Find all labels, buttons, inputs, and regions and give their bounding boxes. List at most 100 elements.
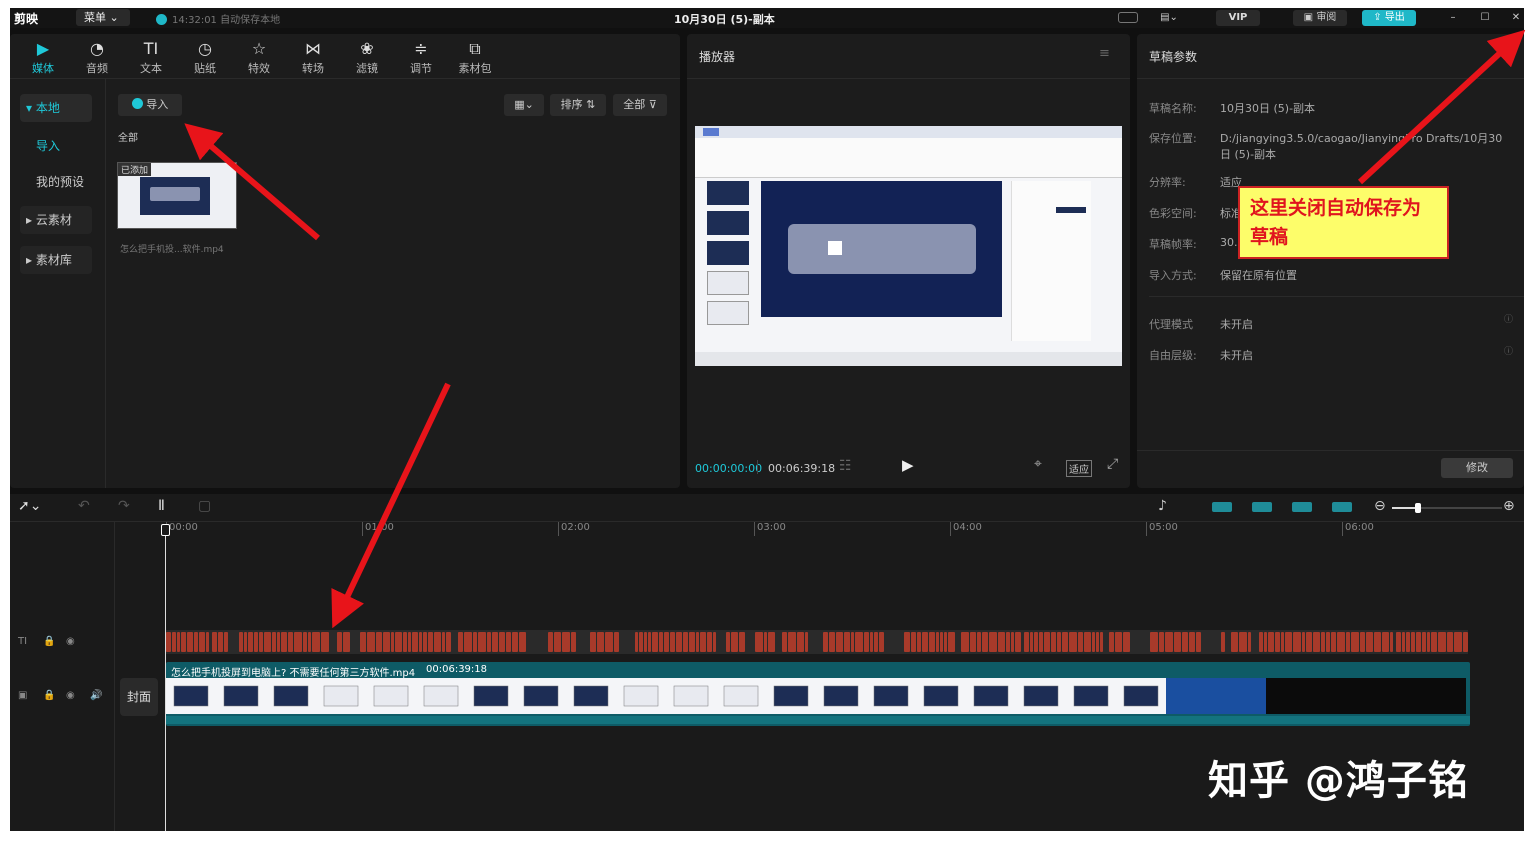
- tool-tab-5[interactable]: ☆ 特效: [234, 38, 284, 78]
- text-clip[interactable]: [281, 632, 287, 652]
- text-clip[interactable]: [562, 632, 570, 652]
- text-clip[interactable]: [844, 632, 850, 652]
- text-clip[interactable]: [1275, 632, 1280, 652]
- import-button[interactable]: 导入: [118, 94, 182, 116]
- view-toggle[interactable]: ▦⌄: [504, 94, 544, 116]
- cover-button[interactable]: 封面: [120, 678, 158, 716]
- text-clip[interactable]: [419, 632, 422, 652]
- play-icon[interactable]: ▶: [902, 456, 914, 474]
- minimize-icon[interactable]: –: [1446, 10, 1460, 26]
- text-clip[interactable]: [929, 632, 935, 652]
- text-clip[interactable]: [224, 632, 228, 652]
- text-clip[interactable]: [1454, 632, 1462, 652]
- text-track-clips[interactable]: [166, 630, 1468, 654]
- text-clip[interactable]: [700, 632, 706, 652]
- text-clip[interactable]: [1006, 632, 1010, 652]
- text-clip[interactable]: [312, 632, 320, 652]
- text-clip[interactable]: [904, 632, 910, 652]
- text-clip[interactable]: [805, 632, 808, 652]
- tool-tab-6[interactable]: ⋈ 转场: [288, 38, 338, 78]
- text-clip[interactable]: [855, 632, 863, 652]
- text-clip[interactable]: [403, 632, 407, 652]
- text-clip[interactable]: [648, 632, 651, 652]
- text-clip[interactable]: [1281, 632, 1284, 652]
- text-clip[interactable]: [294, 632, 302, 652]
- text-clip[interactable]: [519, 632, 526, 652]
- text-clip[interactable]: [970, 632, 976, 652]
- text-clip[interactable]: [395, 632, 402, 652]
- text-clip[interactable]: [652, 632, 658, 652]
- text-clip[interactable]: [212, 632, 217, 652]
- text-clip[interactable]: [376, 632, 382, 652]
- text-clip[interactable]: [1321, 632, 1325, 652]
- tool-tab-7[interactable]: ❀ 滤镜: [342, 38, 392, 78]
- text-clip[interactable]: [707, 632, 712, 652]
- text-clip[interactable]: [1268, 632, 1274, 652]
- text-clip[interactable]: [1293, 632, 1301, 652]
- text-clip[interactable]: [1174, 632, 1181, 652]
- text-clip[interactable]: [1084, 632, 1091, 652]
- text-clip[interactable]: [181, 632, 186, 652]
- redo-icon[interactable]: ↷: [118, 498, 130, 514]
- text-clip[interactable]: [922, 632, 928, 652]
- playhead[interactable]: [165, 524, 166, 831]
- text-clip[interactable]: [194, 632, 198, 652]
- text-clip[interactable]: [1313, 632, 1320, 652]
- text-clip[interactable]: [1382, 632, 1389, 652]
- tool-tab-4[interactable]: ◷ 贴纸: [180, 38, 230, 78]
- text-clip[interactable]: [731, 632, 738, 652]
- text-clip[interactable]: [254, 632, 258, 652]
- text-clip[interactable]: [670, 632, 675, 652]
- text-clip[interactable]: [1196, 632, 1201, 652]
- text-clip[interactable]: [1123, 632, 1130, 652]
- text-clip[interactable]: [554, 632, 561, 652]
- text-clip[interactable]: [664, 632, 669, 652]
- help-icon[interactable]: ⓘ: [1504, 344, 1513, 357]
- text-clip[interactable]: [1062, 632, 1068, 652]
- text-clip[interactable]: [1069, 632, 1077, 652]
- text-clip[interactable]: [458, 632, 463, 652]
- keyboard-icon[interactable]: [1118, 12, 1138, 23]
- text-clip[interactable]: [512, 632, 518, 652]
- text-clip[interactable]: [982, 632, 988, 652]
- text-clip[interactable]: [597, 632, 604, 652]
- audio-icon[interactable]: 🔊: [90, 690, 102, 701]
- text-clip[interactable]: [1326, 632, 1330, 652]
- text-clip[interactable]: [206, 632, 209, 652]
- text-clip[interactable]: [1034, 632, 1038, 652]
- text-clip[interactable]: [1411, 632, 1415, 652]
- text-clip[interactable]: [1406, 632, 1410, 652]
- text-clip[interactable]: [948, 632, 955, 652]
- text-clip[interactable]: [977, 632, 981, 652]
- text-clip[interactable]: [360, 632, 366, 652]
- text-clip[interactable]: [1030, 632, 1033, 652]
- text-clip[interactable]: [248, 632, 253, 652]
- text-clip[interactable]: [644, 632, 647, 652]
- lock-icon[interactable]: 🔒: [43, 636, 55, 647]
- text-clip[interactable]: [1346, 632, 1350, 652]
- text-clip[interactable]: [764, 632, 767, 652]
- text-clip[interactable]: [473, 632, 477, 652]
- text-clip[interactable]: [308, 632, 311, 652]
- text-clip[interactable]: [244, 632, 247, 652]
- text-clip[interactable]: [1165, 632, 1173, 652]
- player-menu-icon[interactable]: ≡: [1099, 46, 1110, 61]
- text-clip[interactable]: [423, 632, 427, 652]
- sidebar-item-presets[interactable]: 我的预设: [30, 168, 102, 196]
- text-clip[interactable]: [1402, 632, 1405, 652]
- text-clip[interactable]: [391, 632, 394, 652]
- text-clip[interactable]: [1221, 632, 1225, 652]
- text-clip[interactable]: [428, 632, 433, 652]
- text-clip[interactable]: [614, 632, 619, 652]
- text-clip[interactable]: [1259, 632, 1263, 652]
- layout-icon[interactable]: ▤⌄: [1153, 10, 1185, 26]
- vip-badge[interactable]: VIP: [1216, 10, 1260, 26]
- text-clip[interactable]: [605, 632, 613, 652]
- text-clip[interactable]: [442, 632, 445, 652]
- text-clip[interactable]: [499, 632, 505, 652]
- text-clip[interactable]: [321, 632, 329, 652]
- text-clip[interactable]: [172, 632, 176, 652]
- text-clip[interactable]: [1438, 632, 1446, 652]
- autosave-status[interactable]: 14:32:01 自动保存本地: [156, 11, 280, 26]
- text-clip[interactable]: [1051, 632, 1056, 652]
